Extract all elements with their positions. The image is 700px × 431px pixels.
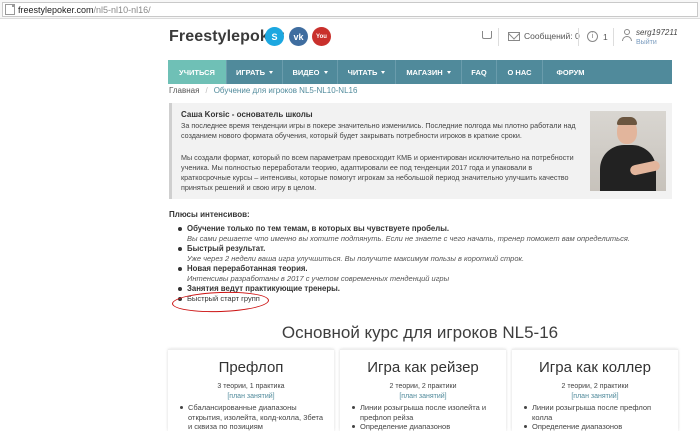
nav-item-shop[interactable]: МАГАЗИН <box>396 60 462 84</box>
cart-icon <box>482 31 492 39</box>
chevron-down-icon <box>323 70 328 74</box>
list-item: Линии розыгрыша после префлоп колла <box>524 403 672 422</box>
plan-link[interactable]: [план занятий] <box>340 393 506 400</box>
intro-block: Саша Korsic - основатель школы За послед… <box>169 103 672 199</box>
skype-icon[interactable]: S <box>265 27 284 46</box>
notifications-count: 1 <box>603 31 608 42</box>
chevron-down-icon <box>446 70 451 74</box>
author-title: Саша Korsic - основатель школы <box>181 110 313 119</box>
list-item: Новая переработанная теория. Интенсивы р… <box>178 264 678 284</box>
header-divider <box>498 28 499 46</box>
main-nav: УЧИТЬСЯ ИГРАТЬ ВИДЕО ЧИТАТЬ МАГАЗИН FAQ … <box>168 60 672 84</box>
course-card-preflop: Префлоп 3 теории, 1 практика [план занят… <box>168 349 334 431</box>
breadcrumb: Главная / Обучение для игроков NL5-NL10-NL… <box>169 86 358 95</box>
username[interactable]: serg197211 <box>636 28 678 37</box>
course-card-raiser: Игра как рейзер 2 теории, 2 практики [пл… <box>340 349 506 431</box>
list-item: Определение диапазонов <box>524 422 672 431</box>
plan-link[interactable]: [план занятий] <box>512 393 678 400</box>
nav-item-faq[interactable]: FAQ <box>462 60 497 84</box>
course-card-caller: Игра как коллер 2 теории, 2 практики [пл… <box>512 349 678 431</box>
page-icon <box>5 4 15 15</box>
browser-address-bar: freestylepoker.com/nl5-nl10-nl16/ <box>0 0 700 19</box>
chevron-down-icon <box>269 70 273 74</box>
vk-icon[interactable]: vk <box>289 27 308 46</box>
course-title: Основной курс для игроков NL5-16 <box>281 323 559 342</box>
info-icon: i <box>587 31 598 42</box>
list-item: Сбалансированные диапазоны открытия, изо… <box>180 403 328 431</box>
youtube-icon[interactable]: You <box>312 27 331 46</box>
logout-link[interactable]: Выйти <box>636 39 657 46</box>
list-item: Определение диапазонов <box>352 422 500 431</box>
nav-item-video[interactable]: ВИДЕО <box>283 60 338 84</box>
nav-item-read[interactable]: ЧИТАТЬ <box>338 60 396 84</box>
author-photo <box>590 111 666 191</box>
nav-item-play[interactable]: ИГРАТЬ <box>227 60 283 84</box>
intro-paragraph-1: За последнее время тенденции игры в поке… <box>181 121 576 140</box>
url-path: /nl5-nl10-nl16/ <box>93 4 151 15</box>
messages-button[interactable]: Сообщений: 0 <box>508 31 580 41</box>
intro-paragraph-2: Мы создали формат, который по всем парам… <box>181 153 574 192</box>
url-field[interactable]: freestylepoker.com/nl5-nl10-nl16/ <box>2 2 698 17</box>
benefits-list: Обучение только по тем темам, в которых … <box>178 224 678 304</box>
url-domain: freestylepoker.com <box>18 4 94 15</box>
header-divider <box>578 28 579 46</box>
messages-label: Сообщений: 0 <box>524 31 580 41</box>
envelope-icon <box>508 31 520 41</box>
header-divider <box>613 28 614 46</box>
list-item: Обучение только по тем темам, в которых … <box>178 224 678 244</box>
chevron-down-icon <box>381 70 386 74</box>
breadcrumb-current: Обучение для игроков NL5-NL10-NL16 <box>213 86 358 95</box>
list-item: Быстрый результат. Уже через 2 недели ва… <box>178 244 678 264</box>
plan-link[interactable]: [план занятий] <box>168 393 334 400</box>
notifications-button[interactable]: i 1 <box>587 31 608 42</box>
breadcrumb-home[interactable]: Главная <box>169 86 199 95</box>
nav-item-learn[interactable]: УЧИТЬСЯ <box>168 60 227 84</box>
benefits-title: Плюсы интенсивов: <box>169 210 250 219</box>
course-cards: Префлоп 3 теории, 1 практика [план занят… <box>168 349 678 431</box>
user-icon <box>622 29 632 43</box>
nav-item-forum[interactable]: ФОРУМ <box>543 60 598 84</box>
list-item: Линии розыгрыша после изолейта и префлоп… <box>352 403 500 422</box>
cart-button[interactable] <box>482 31 492 39</box>
nav-item-about[interactable]: О НАС <box>497 60 543 84</box>
